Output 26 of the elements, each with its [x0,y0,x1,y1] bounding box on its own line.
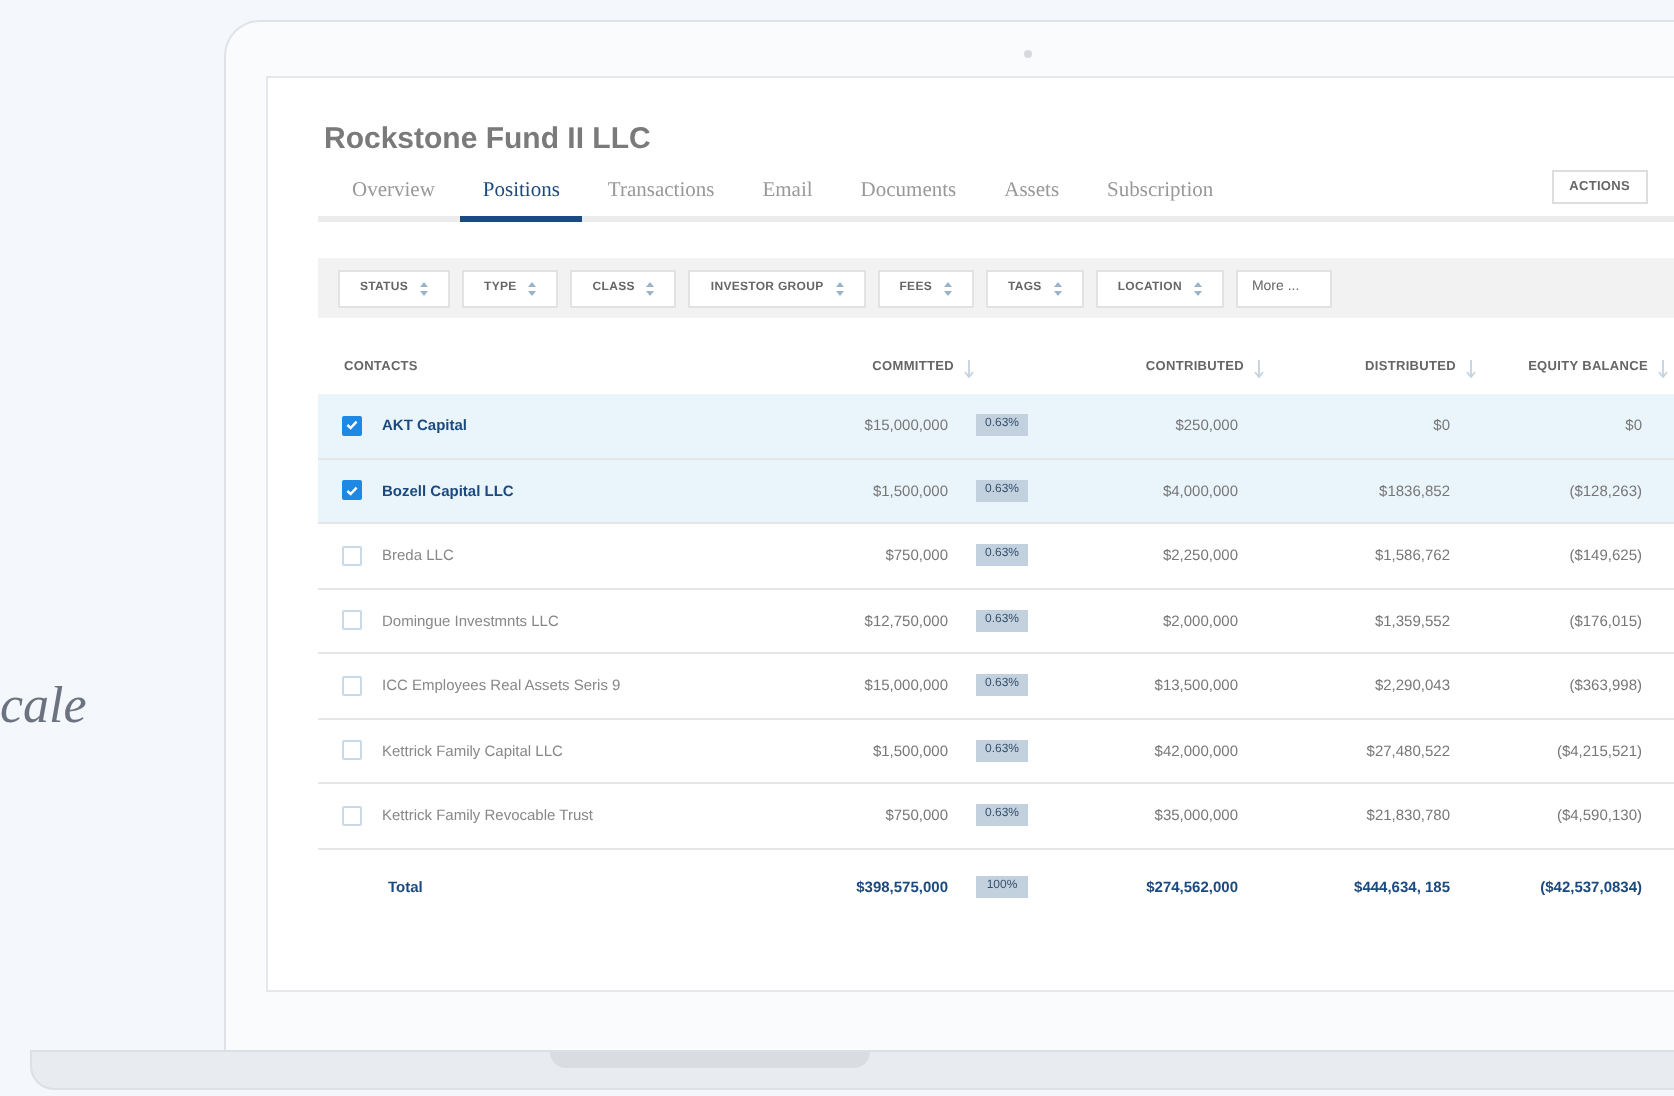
row-checkbox[interactable] [342,480,362,501]
checkmark-icon [346,485,358,496]
sort-icon [1053,281,1062,295]
row-checkbox[interactable] [342,805,362,826]
sort-arrow-icon [1658,359,1668,377]
row-checkbox[interactable] [342,415,362,436]
row-checkbox[interactable] [342,545,362,566]
tab[interactable]: Positions [460,176,582,222]
sort-arrow-icon [1254,359,1264,377]
sort-icon [646,281,655,295]
sort-arrow-icon [1466,359,1476,377]
tab[interactable]: Assets [982,176,1082,222]
sort-icon [1193,281,1202,295]
tagline-text: cale [0,674,87,738]
tab[interactable]: Transactions [585,176,737,222]
sort-arrow-icon [964,359,974,377]
sort-icon [944,281,953,295]
sort-icon [835,281,844,295]
tab[interactable]: Overview [330,176,457,222]
checkmark-icon [346,420,358,431]
sort-icon [528,281,537,295]
sort-icon [420,281,429,295]
row-checkbox[interactable] [342,610,362,631]
row-checkbox[interactable] [342,740,362,761]
row-checkbox[interactable] [342,675,362,696]
fund-title: Rockstone Fund II LLC [324,122,653,158]
